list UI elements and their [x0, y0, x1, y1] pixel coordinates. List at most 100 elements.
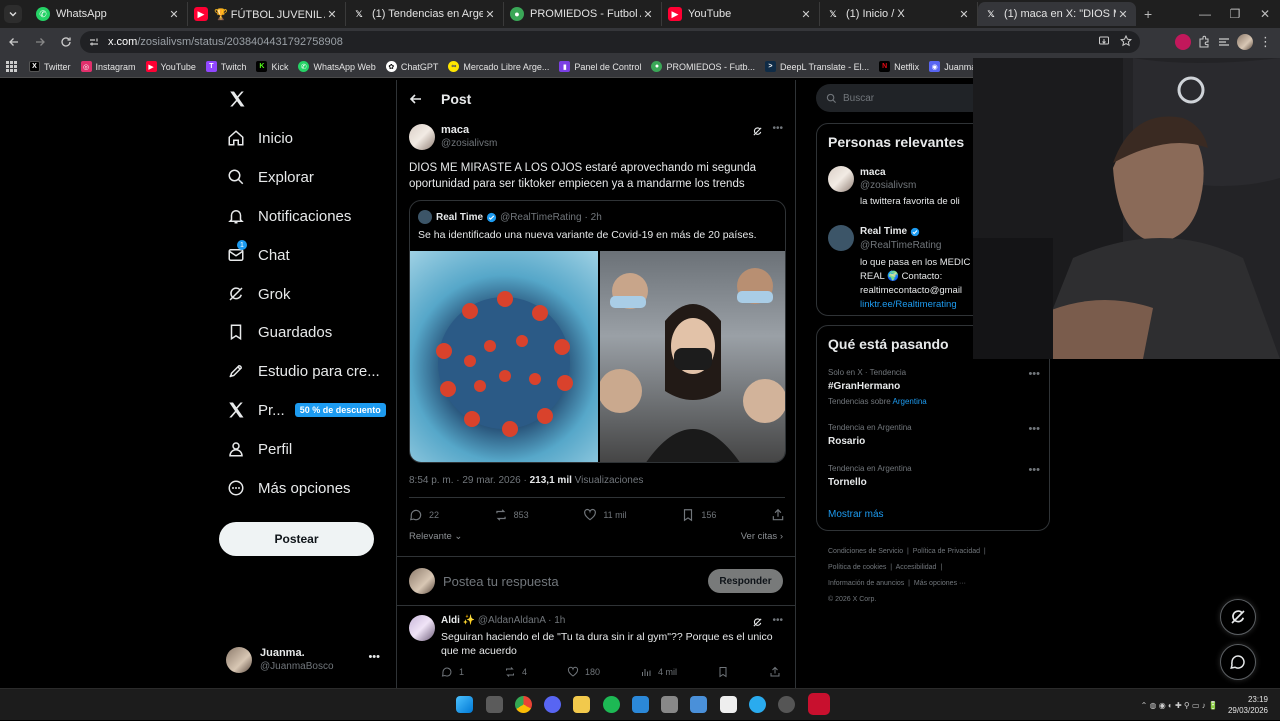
minimize-icon[interactable]: — [1190, 7, 1220, 21]
more-icon[interactable]: ••• [1028, 464, 1040, 476]
sort-dropdown[interactable]: Relevante ⌄ [409, 531, 462, 542]
maximize-icon[interactable]: ❐ [1220, 7, 1250, 21]
footer-link[interactable]: Más opciones ··· [914, 580, 966, 587]
close-icon[interactable]: ✕ [167, 8, 181, 21]
more-icon[interactable]: ••• [1028, 368, 1040, 380]
trend-item[interactable]: Solo en X · Tendencia #GranHermano Tende… [828, 368, 1040, 406]
grok-fab-button[interactable] [1220, 599, 1256, 635]
capcut-icon[interactable] [720, 696, 737, 713]
install-app-icon[interactable] [1098, 35, 1110, 47]
windows-start-icon[interactable] [456, 696, 473, 713]
nav-item-grok[interactable]: Grok [226, 279, 291, 309]
profile-avatar[interactable] [1237, 34, 1253, 50]
nav-item-guardados[interactable]: Guardados [226, 317, 332, 347]
tab-maca-post[interactable]: 𝕏 (1) maca en X: "DIOS ME MIRAS ✕ [978, 2, 1136, 26]
footer-link[interactable]: Información de anuncios [828, 580, 904, 587]
more-icon[interactable]: ••• [368, 651, 380, 663]
trend-item[interactable]: Tendencia en Argentina Tornello ••• [828, 464, 1040, 488]
bookmark-whatsapp-web[interactable]: ✆ WhatsApp Web [298, 61, 376, 72]
view-quotes-link[interactable]: Ver citas › [741, 531, 783, 542]
avatar[interactable] [409, 124, 435, 150]
virus-image[interactable] [410, 251, 598, 462]
crowd-image[interactable] [600, 251, 785, 462]
repost-button[interactable]: 4 [504, 666, 527, 678]
close-icon[interactable]: ✕ [799, 8, 813, 21]
quoted-post[interactable]: Real Time @RealTimeRating · 2h Se ha ide… [409, 200, 786, 463]
reply-submit-button[interactable]: Responder [708, 569, 783, 593]
star-icon[interactable] [1120, 35, 1132, 47]
repost-button[interactable]: 853 [494, 508, 529, 522]
clock[interactable]: 23:19 29/03/2026 [1228, 694, 1268, 716]
close-icon[interactable]: ✕ [641, 8, 655, 21]
new-tab-button[interactable]: + [1144, 6, 1152, 22]
post-button[interactable]: Postear [219, 522, 374, 556]
bookmark-panel-control[interactable]: ▮ Panel de Control [559, 61, 641, 72]
messages-fab-button[interactable] [1220, 644, 1256, 680]
footer-link[interactable]: Política de Privacidad [913, 548, 980, 555]
task-view-icon[interactable] [486, 696, 503, 713]
profile-link[interactable]: linktr.ee/Realtimerating [860, 299, 957, 310]
nav-item-notificaciones[interactable]: Notificaciones [226, 201, 351, 231]
trend-item[interactable]: Tendencia en Argentina Rosario ••• [828, 423, 1040, 447]
reply-button[interactable]: 1 [441, 666, 464, 678]
bookmark-promiedos[interactable]: ● PROMIEDOS - Futb... [651, 61, 755, 72]
sidepanel-icon[interactable] [1217, 35, 1231, 49]
more-icon[interactable]: ••• [772, 615, 783, 626]
discord-icon[interactable] [544, 696, 561, 713]
obs-icon[interactable] [778, 696, 795, 713]
bookmark-deepl[interactable]: > DeepL Translate - El... [764, 61, 869, 72]
account-switcher[interactable]: Juanma. @JuanmaBosco ••• [226, 643, 394, 677]
chrome-icon[interactable] [515, 696, 532, 713]
more-icon[interactable]: ••• [772, 123, 783, 134]
tab-search-button[interactable] [4, 5, 22, 23]
nav-item-chat[interactable]: 1 Chat [226, 240, 290, 270]
bookmark-twitch[interactable]: T Twitch [205, 61, 246, 72]
bookmark-youtube[interactable]: ▶ YouTube [145, 61, 196, 72]
tab-inicio-x[interactable]: 𝕏 (1) Inicio / X ✕ [820, 2, 978, 26]
share-button[interactable] [769, 666, 781, 678]
tray-icons[interactable]: ⌃ ◍ ◉ ◐ ✚ ⚲ ▭ ♪ 🔋 [1141, 701, 1218, 710]
reload-button[interactable] [54, 30, 78, 54]
nav-item-inicio[interactable]: Inicio [226, 123, 293, 153]
snipping-tool-icon[interactable] [661, 696, 678, 713]
file-explorer-icon[interactable] [573, 696, 590, 713]
like-button[interactable]: 11 mil [583, 508, 627, 522]
show-more-link[interactable]: Mostrar más [828, 509, 884, 520]
close-icon[interactable]: ✕ [325, 8, 339, 21]
more-icon[interactable]: ••• [1028, 423, 1040, 435]
bookmark-mercadolibre[interactable]: ∞ Mercado Libre Arge... [448, 61, 549, 72]
streaming-app-icon[interactable] [808, 693, 830, 715]
forward-button[interactable] [28, 30, 52, 54]
nav-item-estudio[interactable]: Estudio para cre... [226, 356, 380, 386]
calculator-icon[interactable] [690, 696, 707, 713]
x-logo-link[interactable] [228, 90, 246, 108]
bookmark-button[interactable] [717, 666, 729, 678]
footer-link[interactable]: Política de cookies [828, 564, 886, 571]
avatar[interactable] [409, 615, 435, 641]
reply-input[interactable]: Postea tu respuesta [443, 574, 559, 589]
back-button[interactable] [2, 30, 26, 54]
puzzle-icon[interactable] [1197, 35, 1211, 49]
kebab-menu-icon[interactable]: ⋮ [1259, 34, 1272, 50]
nav-item-explorar[interactable]: Explorar [226, 162, 314, 192]
window-close-icon[interactable]: ✕ [1250, 7, 1280, 21]
reply-button[interactable]: 22 [409, 508, 439, 522]
bookmark-kick[interactable]: K Kick [256, 61, 288, 72]
views-button[interactable]: 4 mil [640, 666, 677, 678]
extension-icon[interactable] [1175, 34, 1191, 50]
notepad-icon[interactable] [632, 696, 649, 713]
grok-icon[interactable] [752, 617, 763, 628]
like-button[interactable]: 180 [567, 666, 600, 678]
bookmark-chatgpt[interactable]: ✿ ChatGPT [385, 61, 438, 72]
close-icon[interactable]: ✕ [957, 8, 971, 21]
nav-item-premium[interactable]: Pr... 50 % de descuento [226, 395, 386, 425]
address-bar[interactable]: x.com/zosialivsm/status/2038404431792758… [80, 31, 1140, 53]
tab-tendencias[interactable]: 𝕏 (1) Tendencias en Argentina en ✕ [346, 2, 504, 26]
grok-icon[interactable] [752, 126, 763, 137]
telegram-icon[interactable] [749, 696, 766, 713]
footer-link[interactable]: Accesibilidad [896, 564, 937, 571]
tab-whatsapp[interactable]: ✆ WhatsApp ✕ [30, 2, 188, 26]
tab-youtube[interactable]: ▶ YouTube ✕ [662, 2, 820, 26]
site-info-icon[interactable] [88, 36, 100, 48]
bookmark-twitter[interactable]: X Twitter [29, 61, 71, 72]
